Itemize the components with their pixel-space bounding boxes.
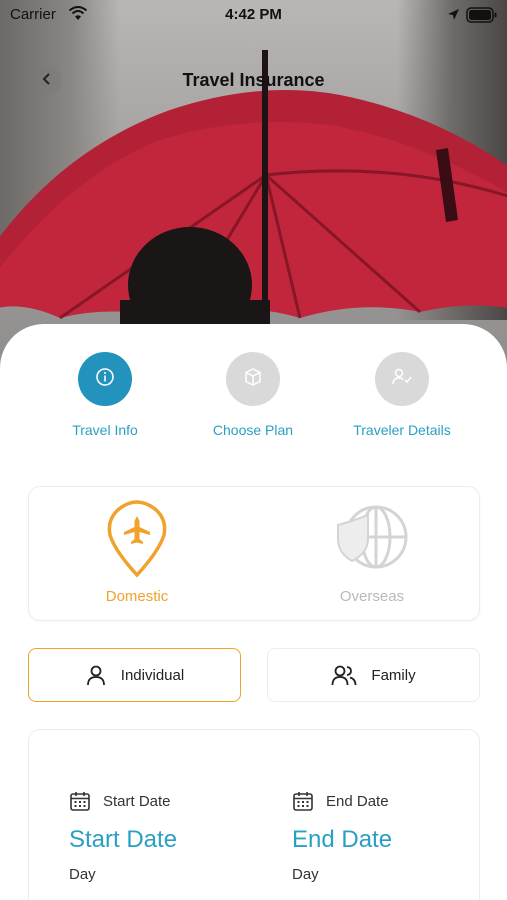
end-date-field[interactable]: End Date End Date Day — [292, 790, 492, 883]
travel-dates-card: Start Date Start Date Day End Date End D… — [28, 729, 480, 900]
trip-type-card: Domestic Overseas — [28, 486, 480, 621]
calendar-icon — [292, 790, 314, 812]
step-choose-plan[interactable]: Choose Plan — [178, 352, 328, 438]
end-date-heading-text: End Date — [326, 792, 389, 810]
start-date-heading-text: Start Date — [103, 792, 171, 810]
start-date-day: Day — [69, 866, 96, 883]
step-label: Traveler Details — [353, 422, 451, 438]
step-circle — [78, 352, 132, 406]
step-traveler-details[interactable]: Traveler Details — [327, 352, 477, 438]
calendar-icon — [69, 790, 91, 812]
location-arrow-icon — [447, 8, 460, 26]
step-circle — [226, 352, 280, 406]
user-icon — [85, 664, 107, 686]
start-date-value: Start Date — [69, 826, 178, 853]
coverage-individual-button[interactable]: Individual — [28, 648, 241, 702]
status-time: 4:42 PM — [225, 6, 282, 23]
end-date-value: End Date — [292, 826, 393, 853]
trip-option-domestic[interactable]: Domestic — [37, 499, 237, 605]
page-title: Travel Insurance — [182, 70, 325, 90]
users-icon — [331, 664, 357, 686]
info-icon — [95, 367, 115, 392]
step-label: Travel Info — [72, 422, 138, 438]
box-icon — [243, 367, 263, 392]
coverage-family-button[interactable]: Family — [267, 648, 480, 702]
coverage-label: Family — [371, 666, 416, 684]
umbrella-illustration — [0, 50, 507, 372]
user-check-icon — [391, 367, 413, 392]
start-date-heading: Start Date — [69, 790, 269, 812]
battery-icon — [466, 7, 498, 28]
step-label: Choose Plan — [212, 422, 294, 438]
globe-shield-icon — [336, 505, 408, 583]
trip-option-label: Overseas — [339, 588, 405, 605]
trip-option-label: Domestic — [105, 588, 169, 605]
location-plane-icon — [105, 500, 169, 583]
step-circle — [375, 352, 429, 406]
step-travel-info[interactable]: Travel Info — [30, 352, 180, 438]
hero-image — [0, 0, 507, 372]
end-date-day: Day — [292, 866, 319, 883]
end-date-heading: End Date — [292, 790, 492, 812]
status-bar: Carrier 4:42 PM — [0, 0, 507, 32]
trip-option-overseas[interactable]: Overseas — [272, 499, 472, 605]
coverage-label: Individual — [120, 666, 185, 684]
start-date-field[interactable]: Start Date Start Date Day — [69, 790, 269, 883]
